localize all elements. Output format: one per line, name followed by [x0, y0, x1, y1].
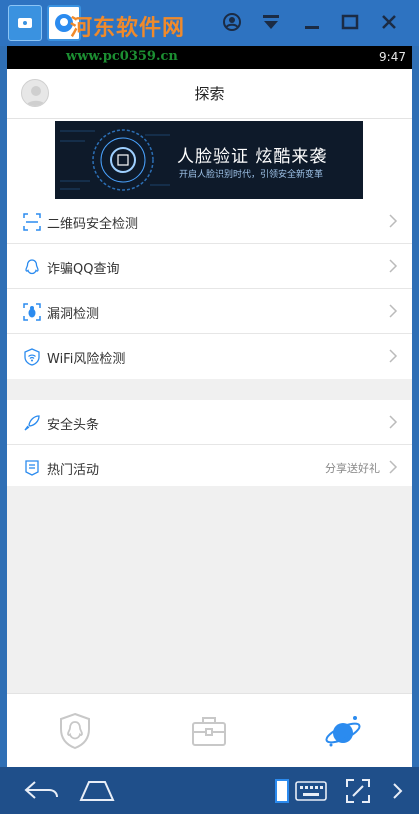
app-screen: 探索 人脸验证 炫酷来袭 开启人脸识别时代，引领安全新变革 二维码安全检测 诈骗…	[7, 69, 412, 767]
qq-icon	[25, 259, 39, 275]
home-button[interactable]	[76, 777, 118, 805]
page-title: 探索	[194, 85, 225, 103]
news-activities-list: 安全头条 热门活动 分享送好礼	[7, 400, 412, 486]
dropdown-menu-button[interactable]	[259, 10, 283, 34]
minimize-button[interactable]	[300, 10, 324, 34]
list-item-label: 安全头条	[47, 418, 100, 433]
account-icon	[223, 13, 241, 31]
list-item-hot-activities[interactable]: 热门活动 分享送好礼	[7, 445, 412, 490]
fullscreen-icon	[346, 779, 370, 803]
promo-banner[interactable]: 人脸验证 炫酷来袭 开启人脸识别时代，引领安全新变革	[55, 121, 363, 199]
bottom-navigation	[7, 693, 412, 767]
banner-headline: 人脸验证 炫酷来袭	[177, 147, 328, 167]
close-icon	[382, 15, 396, 29]
clock-time: 9:47	[379, 50, 406, 64]
back-button[interactable]	[20, 777, 62, 805]
chevron-right-icon	[393, 783, 403, 799]
list-item-label: WiFi风险检测	[47, 352, 126, 367]
shield-qq-icon	[60, 712, 90, 750]
keyboard-icon	[295, 781, 327, 801]
account-button[interactable]	[220, 10, 244, 34]
list-item-label: 漏洞检测	[47, 307, 100, 322]
home-shape-icon	[79, 781, 115, 801]
banner-container: 人脸验证 炫酷来袭 开启人脸识别时代，引领安全新变革	[7, 119, 412, 199]
chevron-right-icon	[389, 415, 398, 429]
list-item-label: 二维码安全检测	[47, 217, 139, 232]
wifi-shield-icon	[24, 348, 40, 366]
emulator-bottom-bar	[0, 767, 419, 814]
maximize-icon	[341, 14, 359, 30]
chevron-right-icon	[389, 214, 398, 228]
watermark-text: 河东软件网	[70, 16, 186, 41]
list-item-wifi-risk[interactable]: WiFi风险检测	[7, 334, 412, 379]
face-scan-graphic-icon	[55, 121, 175, 199]
qr-scan-icon	[23, 213, 41, 231]
emulator-title-bar: 河东软件网	[0, 0, 419, 46]
home-app-tab[interactable]	[8, 5, 42, 41]
chevron-right-icon	[389, 460, 398, 474]
bug-icon	[23, 303, 41, 321]
list-icon	[25, 460, 39, 476]
list-item-security-headlines[interactable]: 安全头条	[7, 400, 412, 445]
watermark-url: www.pc0359.cn	[66, 49, 178, 64]
promo-hint: 分享送好礼	[325, 462, 380, 475]
chevron-right-icon	[389, 304, 398, 318]
list-item-label: 诈骗QQ查询	[47, 262, 120, 277]
home-icon	[18, 18, 32, 28]
toolbox-icon	[192, 717, 226, 746]
back-arrow-icon	[24, 781, 58, 799]
expand-sidebar-button[interactable]	[388, 777, 406, 805]
banner-subline: 开启人脸识别时代，引领安全新变革	[179, 170, 324, 180]
chevron-right-icon	[389, 259, 398, 273]
minimize-icon	[305, 26, 319, 29]
tab-explore[interactable]	[323, 711, 363, 751]
dropdown-icon	[263, 15, 279, 29]
fullscreen-button[interactable]	[344, 777, 372, 805]
close-button[interactable]	[377, 10, 401, 34]
list-item-vulnerability-scan[interactable]: 漏洞检测	[7, 289, 412, 334]
list-item-label: 热门活动	[47, 463, 100, 478]
chevron-right-icon	[389, 349, 398, 363]
screen-orientation-button[interactable]	[272, 777, 292, 805]
list-item-qq-fraud[interactable]: 诈骗QQ查询	[7, 244, 412, 289]
phone-portrait-icon	[275, 779, 289, 803]
planet-icon	[325, 716, 361, 747]
list-item-qr-security[interactable]: 二维码安全检测	[7, 199, 412, 244]
page-header: 探索	[7, 69, 412, 119]
security-tools-list: 二维码安全检测 诈骗QQ查询 漏洞检测 WiFi风险检测	[7, 199, 412, 379]
tab-toolbox[interactable]	[189, 711, 229, 751]
maximize-button[interactable]	[338, 10, 362, 34]
rocket-icon	[24, 415, 40, 431]
keyboard-button[interactable]	[294, 777, 328, 805]
tab-security[interactable]	[55, 711, 95, 751]
